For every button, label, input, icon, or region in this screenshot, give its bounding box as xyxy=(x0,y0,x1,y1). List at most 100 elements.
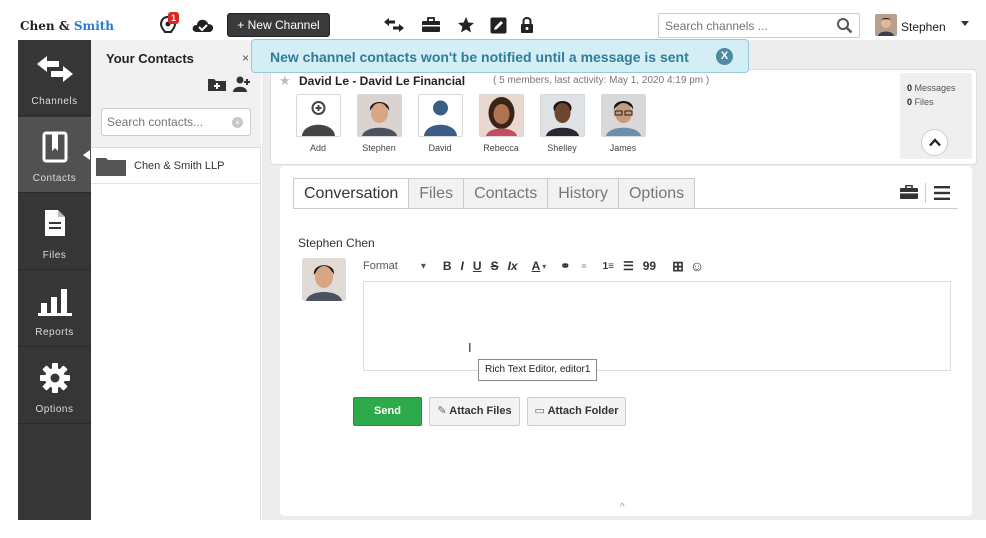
channel-search-input[interactable] xyxy=(659,14,829,37)
user-avatar[interactable] xyxy=(875,14,897,36)
member-label: David xyxy=(428,143,452,153)
nav-files[interactable]: Files xyxy=(18,194,91,270)
tabs-divider xyxy=(293,208,958,209)
contacts-close-button[interactable]: × xyxy=(242,51,249,65)
folder-outline-icon: ▭ xyxy=(534,405,545,417)
text-color-caret-icon[interactable]: ▾ xyxy=(542,262,546,271)
attach-folder-label: Attach Folder xyxy=(547,405,619,417)
format-dropdown[interactable]: Format xyxy=(363,260,398,272)
chevron-up-icon xyxy=(928,138,941,147)
tab-options[interactable]: Options xyxy=(618,178,696,209)
clear-search-icon[interactable]: × xyxy=(232,117,243,128)
address-book-icon xyxy=(18,131,91,163)
attach-files-button[interactable]: ✎ Attach Files xyxy=(429,397,520,426)
member-avatar xyxy=(600,94,646,137)
underline-button[interactable]: U xyxy=(473,259,482,273)
member-rebecca[interactable]: Rebecca xyxy=(478,94,524,153)
gear-icon xyxy=(18,362,91,394)
nav-options-label: Options xyxy=(35,404,74,415)
member-david[interactable]: David xyxy=(417,94,463,153)
add-folder-icon[interactable] xyxy=(208,77,226,94)
user-name[interactable]: Stephen xyxy=(901,20,946,34)
toolbox-icon[interactable] xyxy=(421,13,441,37)
files-label: Files xyxy=(914,97,934,107)
toolbox-icon[interactable] xyxy=(900,184,918,202)
star-icon[interactable] xyxy=(457,13,475,37)
nav-channels[interactable]: Channels xyxy=(18,40,91,116)
send-button[interactable]: Send xyxy=(353,397,422,426)
expand-up-icon[interactable]: ^ xyxy=(620,502,625,513)
numbered-list-button[interactable]: 1≡ xyxy=(603,261,614,272)
contacts-panel: Your Contacts × × Chen & Smith LLP xyxy=(91,40,261,520)
remove-format-button[interactable]: Ix xyxy=(508,259,518,273)
member-label: Shelley xyxy=(547,143,577,153)
attach-files-label: Attach Files xyxy=(449,405,512,417)
bar-chart-icon xyxy=(18,285,91,317)
bulleted-list-button[interactable]: ☰ xyxy=(623,259,634,273)
nav-reports-label: Reports xyxy=(35,327,74,338)
add-contact-icon[interactable] xyxy=(233,76,250,95)
lock-icon[interactable] xyxy=(520,13,534,37)
contacts-title: Your Contacts xyxy=(106,51,194,66)
notification-banner: New channel contacts won't be notified u… xyxy=(251,39,749,73)
member-label: Rebecca xyxy=(483,143,519,153)
active-nav-pointer xyxy=(83,150,90,160)
tab-history[interactable]: History xyxy=(548,178,619,209)
search-icon[interactable] xyxy=(836,17,853,37)
unlink-button[interactable]: ⚭ xyxy=(579,260,588,273)
bold-button[interactable]: B xyxy=(443,259,452,273)
message-editor[interactable] xyxy=(363,281,951,371)
brand-logo[interactable]: Chen & Smith xyxy=(20,19,114,33)
editor-toolbar: Format ▾ B I U S Ix A ▾ ⚭ ⚭ 1≡ ☰ 99 ⊞ ☺ xyxy=(363,256,713,276)
paperclip-icon: ✎ xyxy=(437,405,447,417)
files-stat: 0 Files xyxy=(907,97,934,107)
table-button[interactable]: ⊞ xyxy=(672,258,684,275)
member-shelley[interactable]: Shelley xyxy=(539,94,585,153)
member-stephen[interactable]: Stephen xyxy=(356,94,402,153)
file-icon xyxy=(18,208,91,240)
editor-tooltip: Rich Text Editor, editor1 xyxy=(478,359,598,381)
contacts-panel-header: Your Contacts × × xyxy=(91,40,261,148)
contact-folder-row[interactable]: Chen & Smith LLP xyxy=(91,148,261,184)
brand-name-part1: Chen & xyxy=(20,19,70,33)
nav-contacts[interactable]: Contacts xyxy=(18,117,91,193)
messages-count: 0 xyxy=(907,83,913,93)
add-member-button[interactable]: Add xyxy=(295,94,341,153)
member-label: Stephen xyxy=(362,143,396,153)
new-channel-button[interactable]: + New Channel xyxy=(227,13,330,37)
transfer-icon[interactable] xyxy=(383,13,405,37)
tab-conversation[interactable]: Conversation xyxy=(293,178,410,209)
strikethrough-button[interactable]: S xyxy=(491,259,499,273)
italic-button[interactable]: I xyxy=(461,259,464,273)
tab-files[interactable]: Files xyxy=(409,178,465,209)
blockquote-button[interactable]: 99 xyxy=(643,259,656,273)
attach-folder-button[interactable]: ▭ Attach Folder xyxy=(527,397,626,426)
link-button[interactable]: ⚭ xyxy=(560,259,570,273)
format-caret-icon[interactable]: ▾ xyxy=(421,261,426,272)
add-member-icon xyxy=(295,94,341,137)
text-color-button[interactable]: A xyxy=(532,259,541,273)
collapse-header-button[interactable] xyxy=(921,129,948,156)
toolbar-divider xyxy=(925,183,926,203)
banner-text: New channel contacts won't be notified u… xyxy=(270,49,689,65)
left-navigation: Channels Contacts Files Reports Options xyxy=(18,40,91,520)
banner-close-button[interactable]: X xyxy=(716,48,733,65)
nav-options[interactable]: Options xyxy=(18,348,91,424)
tab-contacts[interactable]: Contacts xyxy=(464,178,549,209)
messages-label: Messages xyxy=(914,83,956,93)
member-avatar xyxy=(356,94,402,137)
nav-reports[interactable]: Reports xyxy=(18,271,91,347)
favorite-star-icon[interactable]: ★ xyxy=(279,73,291,89)
member-label: James xyxy=(609,143,637,153)
menu-icon[interactable] xyxy=(934,186,950,203)
user-menu-caret-icon[interactable] xyxy=(961,21,969,26)
member-avatar xyxy=(417,94,463,137)
edit-icon[interactable] xyxy=(490,13,507,37)
channel-meta: ( 5 members, last activity: May 1, 2020 … xyxy=(493,75,710,86)
author-avatar xyxy=(302,258,346,301)
cloud-check-icon[interactable] xyxy=(191,13,215,37)
member-james[interactable]: James xyxy=(600,94,646,153)
emoji-button[interactable]: ☺ xyxy=(690,258,704,274)
text-cursor-icon: I xyxy=(468,340,472,355)
contacts-search-input[interactable] xyxy=(102,109,222,135)
